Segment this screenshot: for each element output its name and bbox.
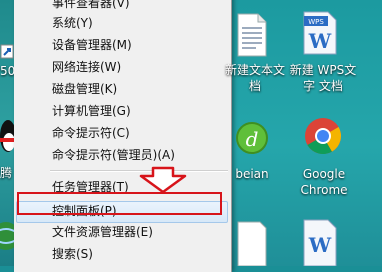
desktop-icon-label-text-file: 新建文本文 档 [224,62,286,94]
wps-letter-w: W [308,29,332,53]
menu-item-device-manager[interactable]: 设备管理器(M) [14,34,228,56]
menu-item-disk-management[interactable]: 磁盘管理(K) [14,78,228,100]
wps-doc-icon[interactable]: WPS W [300,8,340,58]
winx-context-menu: 事件查看器(V) 系统(Y) 设备管理器(M) 网络连接(W) 磁盘管理(K) … [14,0,232,272]
menu-item-computer-management[interactable]: 计算机管理(G) [14,100,228,122]
menu-item-command-prompt-admin[interactable]: 命令提示符(管理员)(A) [14,144,228,166]
label-line-2: 档 [248,79,261,93]
annotation-down-arrow-icon [139,166,187,194]
menu-item-network-connections[interactable]: 网络连接(W) [14,56,228,78]
label-line-1: Google [302,167,346,181]
word-letter-w: W [308,233,332,257]
text-file-icon[interactable] [232,12,270,58]
label-line-2: Chrome [300,183,348,197]
wps-badge: WPS [308,18,324,26]
dreamweaver-icon[interactable]: d [234,118,270,158]
chrome-icon[interactable] [303,116,343,156]
menu-item-search[interactable]: 搜索(S) [14,243,228,265]
file-icon[interactable] [234,218,270,266]
menu-item-system[interactable]: 系统(Y) [14,12,228,34]
annotation-highlight-box [17,192,222,215]
desktop-icon-label-wps: 新建 WPS文 字 文档 [288,62,358,94]
desktop-icon-label-chrome: Google Chrome [290,166,358,198]
desktop-left-label-2: 腾 [0,166,13,180]
label-line-2: 字 文档 [303,79,343,93]
desktop-left-label-1: 50 [0,64,16,78]
dreamweaver-letter: d [246,127,259,151]
word-doc-icon[interactable]: W [300,216,340,266]
menu-item-command-prompt[interactable]: 命令提示符(C) [14,122,228,144]
label-line-1: 新建文本文 [224,63,285,77]
menu-item-file-explorer[interactable]: 文件资源管理器(E) [14,221,228,243]
label-line-1: 新建 WPS文 [289,63,357,77]
desktop-icon-label-beian: beian [235,167,269,181]
